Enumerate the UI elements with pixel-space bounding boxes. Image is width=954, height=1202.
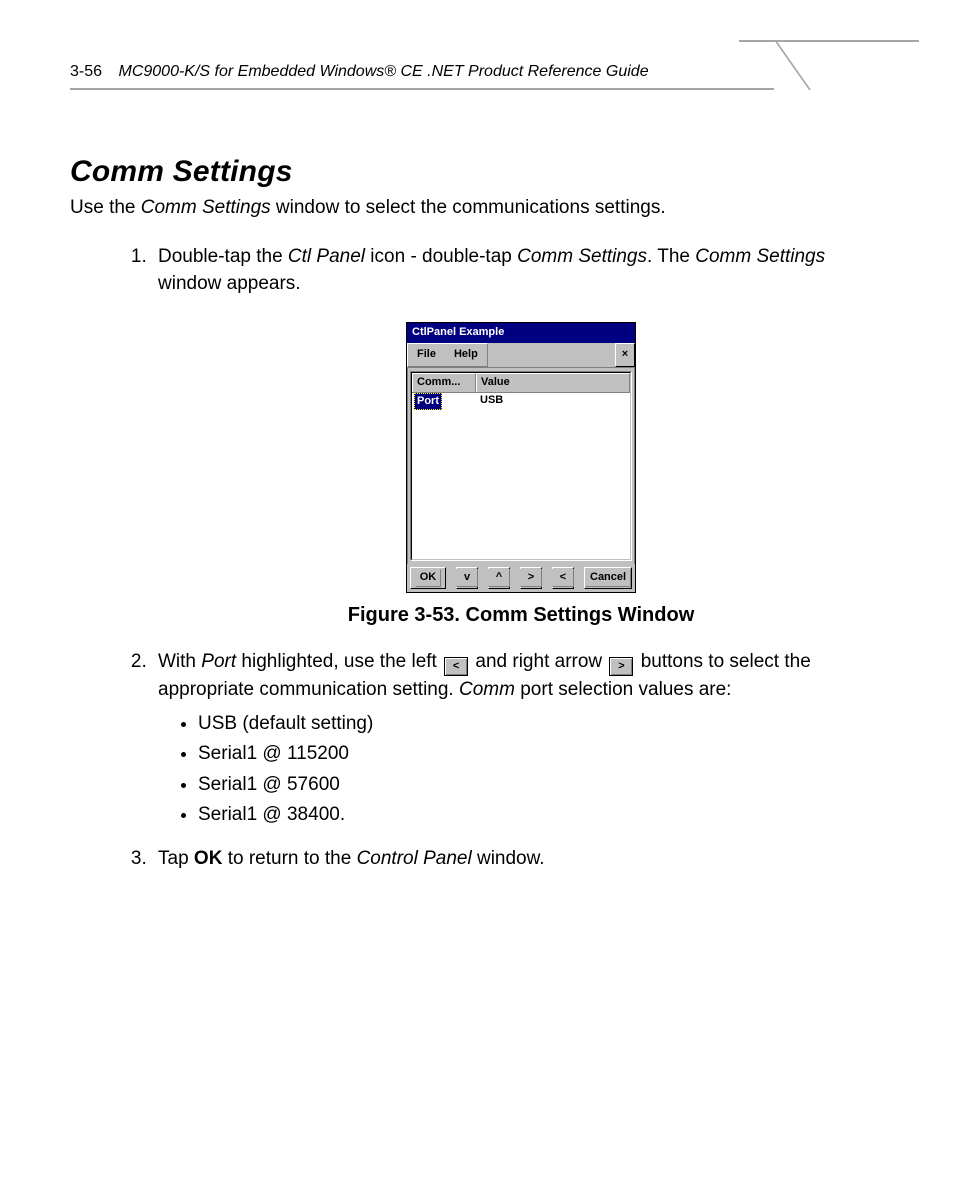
left-arrow-button[interactable]: < [552,567,574,589]
dialog-list[interactable]: Comm... Value Port USB [410,371,632,561]
menu-help[interactable]: Help [445,344,487,366]
page-number: 3-56 [70,63,102,80]
step-3: Tap OK to return to the Control Panel wi… [152,845,884,873]
port-values-list: USB (default setting) Serial1 @ 115200 S… [158,710,884,829]
port-value-57600: Serial1 @ 57600 [198,771,884,799]
menu-file[interactable]: File [408,344,445,366]
dialog-button-bar: OK v ^ > < Cancel [407,564,635,592]
port-value-115200: Serial1 @ 115200 [198,740,884,768]
running-title: MC9000-K/S for Embedded Windows® CE .NET… [118,63,648,80]
up-arrow-button[interactable]: ^ [488,567,510,589]
list-header-comm[interactable]: Comm... [412,373,476,392]
steps-list: Double-tap the Ctl Panel icon - double-t… [70,243,884,873]
right-arrow-button[interactable]: > [520,567,542,589]
running-header: 3-56 MC9000-K/S for Embedded Windows® CE… [70,63,649,81]
ok-button[interactable]: OK [410,567,446,589]
port-value-38400: Serial1 @ 38400. [198,801,884,829]
header-rule-diagonal [674,40,811,90]
step-1: Double-tap the Ctl Panel icon - double-t… [152,243,884,630]
header-rule-top [739,40,919,42]
header-rule [70,88,774,90]
port-value-usb: USB (default setting) [198,710,884,738]
figure-3-53: CtlPanel Example File Help × [158,322,884,630]
figure-caption: Figure 3-53. Comm Settings Window [158,601,884,630]
section-title: Comm Settings [70,155,884,189]
dialog-menubar: File Help × [407,343,635,368]
ctlpanel-dialog: CtlPanel Example File Help × [406,322,636,593]
close-icon[interactable]: × [615,343,635,367]
port-cell-selected: Port [414,393,442,411]
list-header-row: Comm... Value [412,373,630,393]
inline-right-arrow-icon: > [609,657,633,676]
down-arrow-button[interactable]: v [456,567,478,589]
step-2: With Port highlighted, use the left < an… [152,648,884,829]
list-header-value[interactable]: Value [476,373,630,392]
inline-left-arrow-icon: < [444,657,468,676]
list-row-port[interactable]: Port USB [412,393,630,411]
dialog-titlebar[interactable]: CtlPanel Example [407,323,635,343]
cancel-button[interactable]: Cancel [584,567,632,589]
port-value-cell: USB [478,393,505,411]
section-intro: Use the Comm Settings window to select t… [70,195,884,221]
